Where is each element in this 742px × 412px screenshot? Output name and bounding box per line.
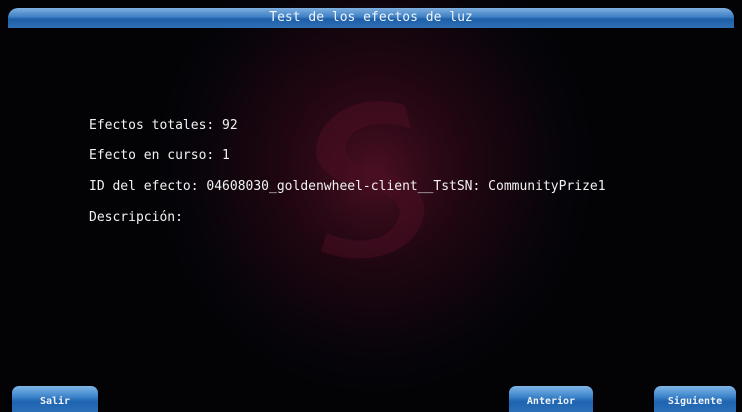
next-button[interactable]: Siguiente	[654, 386, 736, 412]
window-title: Test de los efectos de luz	[8, 8, 734, 28]
light-effects-test-screen: Test de los efectos de luz Efectos total…	[0, 0, 742, 412]
total-effects-label: Efectos totales: 92	[89, 118, 238, 133]
previous-button[interactable]: Anterior	[509, 386, 593, 412]
effect-id-label: ID del efecto: 04608030_goldenwheel-clie…	[89, 179, 606, 194]
exit-button[interactable]: Salir	[12, 386, 98, 412]
current-effect-label: Efecto en curso: 1	[89, 148, 230, 163]
description-label: Descripción:	[89, 210, 183, 225]
background-logo-icon	[267, 67, 483, 283]
